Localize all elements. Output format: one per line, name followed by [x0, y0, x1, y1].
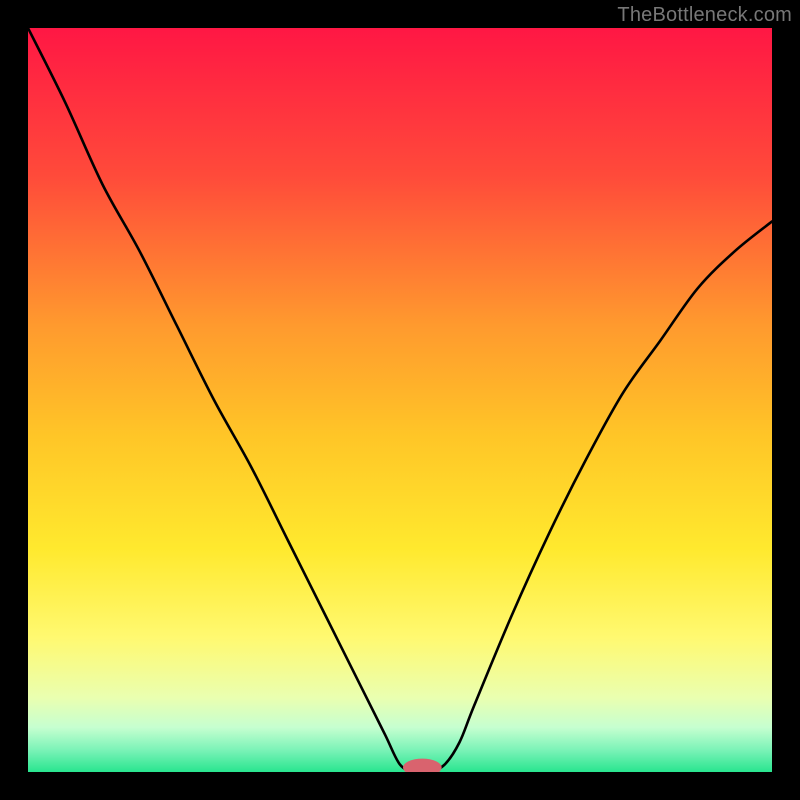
chart-root: TheBottleneck.com	[0, 0, 800, 800]
plot-area	[28, 28, 772, 772]
chart-svg	[28, 28, 772, 772]
watermark-text: TheBottleneck.com	[617, 4, 792, 27]
gradient-background	[28, 28, 772, 772]
